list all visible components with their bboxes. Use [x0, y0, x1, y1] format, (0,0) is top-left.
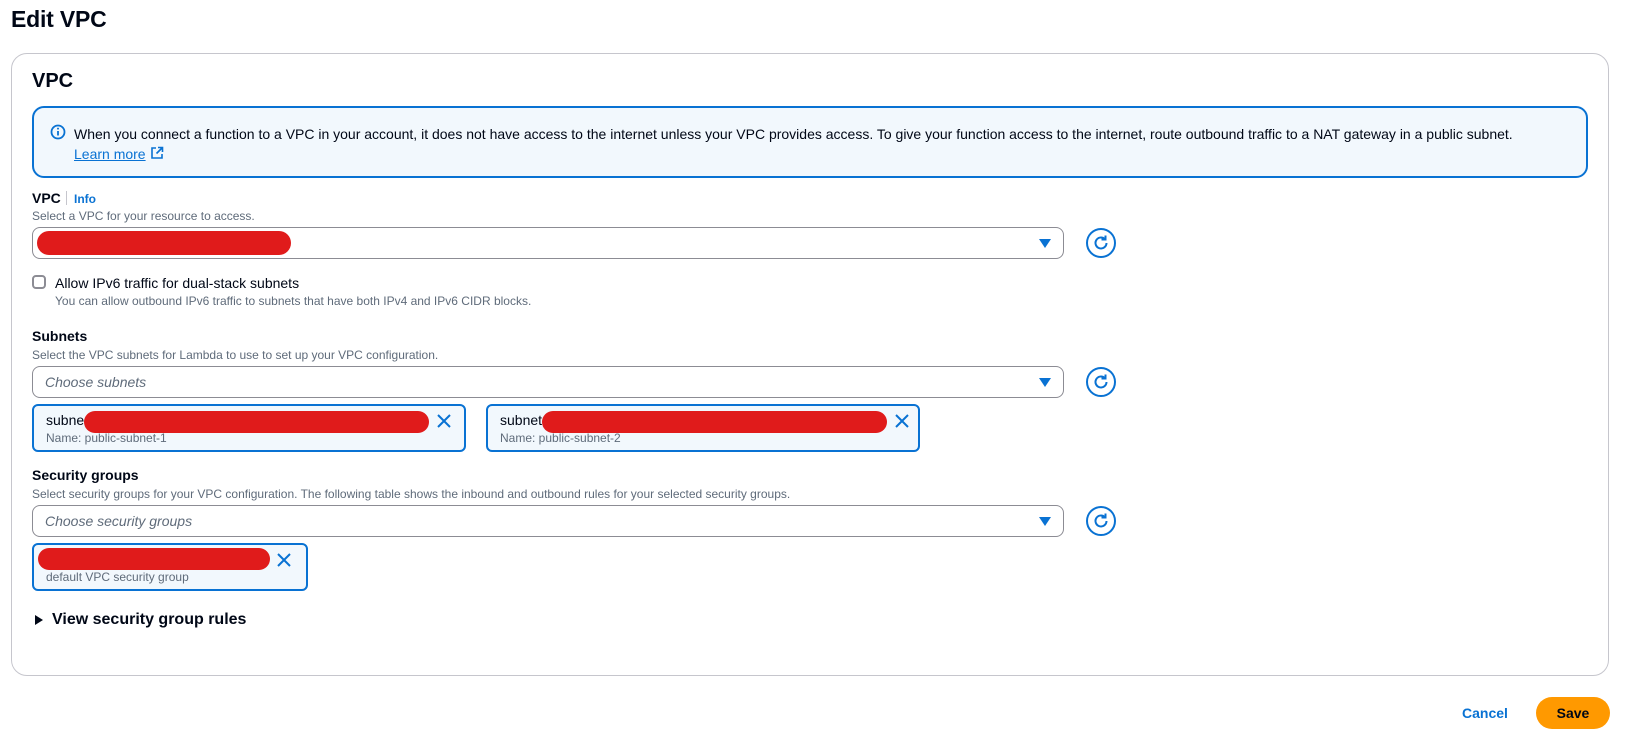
ipv6-label: Allow IPv6 traffic for dual-stack subnet… — [55, 275, 300, 291]
save-button[interactable]: Save — [1536, 697, 1610, 729]
subnet-token-2: subnet Name: public-subnet-2 — [486, 404, 920, 452]
close-icon[interactable] — [436, 413, 452, 429]
redacted-vpc-value — [37, 231, 291, 255]
vpc-panel: VPC When you connect a function to a VPC… — [11, 53, 1609, 676]
label-divider — [66, 191, 67, 205]
subnet-token-title: subnet — [500, 412, 543, 428]
vpc-info-link[interactable]: Info — [74, 192, 96, 206]
subnets-label: Subnets — [32, 328, 88, 344]
chevron-down-icon — [1039, 239, 1051, 248]
vpc-description: Select a VPC for your resource to access… — [32, 209, 255, 223]
refresh-icon — [1094, 235, 1108, 250]
security-groups-refresh-button[interactable] — [1086, 506, 1116, 536]
refresh-icon — [1094, 513, 1108, 528]
close-icon[interactable] — [894, 413, 910, 429]
alert-text: When you connect a function to a VPC in … — [74, 126, 1513, 142]
page-title: Edit VPC — [11, 6, 107, 32]
security-groups-select[interactable]: Choose security groups — [32, 505, 1064, 537]
caret-right-icon[interactable] — [35, 615, 43, 625]
subnet-token-name: Name: public-subnet-2 — [500, 431, 621, 445]
security-group-token: default VPC security group — [32, 543, 308, 591]
ipv6-description: You can allow outbound IPv6 traffic to s… — [55, 294, 532, 308]
vpc-refresh-button[interactable] — [1086, 228, 1116, 258]
learn-more-link[interactable]: Learn more — [74, 144, 146, 164]
redacted-subnet-id — [84, 411, 429, 433]
subnet-token-title: subne — [46, 412, 85, 428]
view-security-group-rules-toggle[interactable]: View security group rules — [52, 611, 246, 629]
subnets-select[interactable]: Choose subnets — [32, 366, 1064, 398]
subnets-description: Select the VPC subnets for Lambda to use… — [32, 348, 439, 362]
security-groups-placeholder: Choose security groups — [45, 513, 193, 529]
redacted-security-group-id — [38, 548, 270, 570]
external-link-icon — [151, 146, 164, 159]
vpc-label: VPC — [32, 190, 61, 206]
vpc-select[interactable] — [32, 227, 1064, 259]
close-icon[interactable] — [276, 552, 292, 568]
subnet-token-name: Name: public-subnet-1 — [46, 431, 167, 445]
chevron-down-icon — [1039, 378, 1051, 387]
panel-title: VPC — [32, 70, 74, 92]
security-groups-description: Select security groups for your VPC conf… — [32, 487, 791, 501]
chevron-down-icon — [1039, 517, 1051, 526]
security-groups-label: Security groups — [32, 467, 139, 483]
info-alert: When you connect a function to a VPC in … — [32, 106, 1588, 178]
security-group-token-name: default VPC security group — [46, 570, 189, 584]
info-icon — [50, 124, 66, 140]
ipv6-checkbox[interactable] — [32, 275, 46, 289]
refresh-icon — [1094, 374, 1108, 389]
redacted-subnet-id — [542, 411, 887, 433]
subnet-token-1: subne Name: public-subnet-1 — [32, 404, 466, 452]
subnets-refresh-button[interactable] — [1086, 367, 1116, 397]
subnets-placeholder: Choose subnets — [45, 374, 147, 390]
cancel-button[interactable]: Cancel — [1462, 705, 1508, 721]
